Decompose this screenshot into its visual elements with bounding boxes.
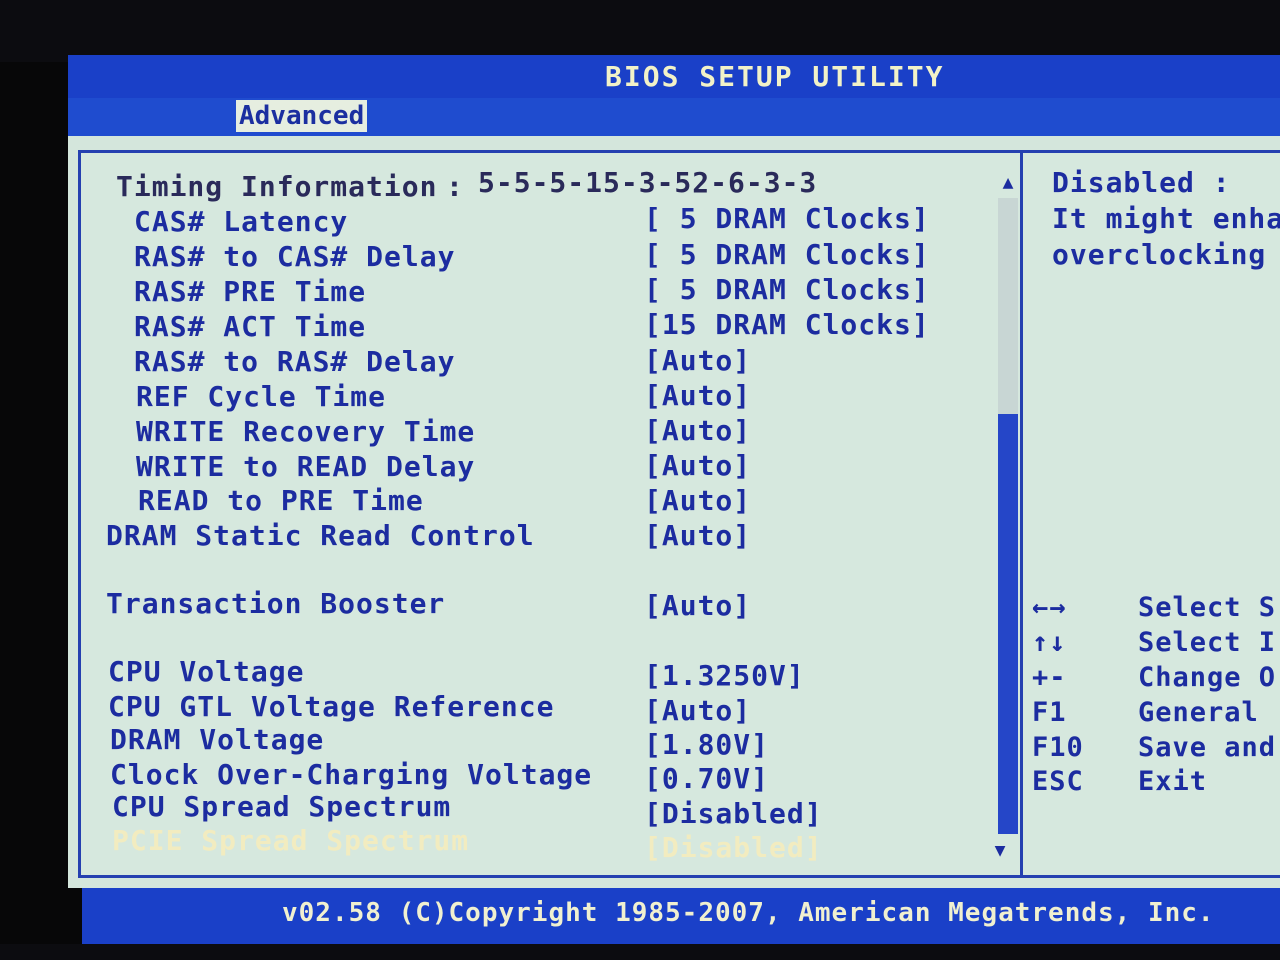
setting-value-dram-static-read-control[interactable]: [Auto] — [644, 519, 751, 552]
setting-label-ras-to-ras-delay[interactable]: RAS# to RAS# Delay — [134, 345, 455, 378]
setting-value-write-recovery-time[interactable]: [Auto] — [644, 414, 751, 447]
setting-value-clock-over-charging-voltage[interactable]: [0.70V] — [644, 762, 769, 795]
plus-minus-icon: +- — [1032, 662, 1067, 693]
bios-title: BIOS SETUP UTILITY — [605, 60, 945, 93]
setting-value-write-to-read-delay[interactable]: [Auto] — [644, 449, 751, 482]
key-desc-change-option: Change O — [1138, 662, 1277, 693]
help-line-2: It might enha — [1052, 202, 1280, 235]
setting-label-ras-to-cas-delay[interactable]: RAS# to CAS# Delay — [134, 240, 455, 273]
setting-label-cpu-voltage[interactable]: CPU Voltage — [108, 655, 304, 688]
timing-info-label: Timing Information — [116, 170, 438, 203]
setting-label-dram-voltage[interactable]: DRAM Voltage — [110, 723, 324, 756]
bios-screen: BIOS SETUP UTILITY Advanced Timing Infor… — [0, 0, 1280, 960]
left-right-arrows-icon: ←→ — [1032, 592, 1067, 623]
setting-label-cpu-gtl-voltage-reference[interactable]: CPU GTL Voltage Reference — [108, 690, 554, 723]
monitor-bezel-bottom — [0, 944, 1280, 960]
title-bar: BIOS SETUP UTILITY — [68, 55, 1280, 100]
setting-value-cpu-voltage[interactable]: [1.3250V] — [644, 659, 805, 692]
tab-row: Advanced — [68, 98, 1280, 136]
timing-info-separator: : — [446, 170, 464, 203]
setting-value-cpu-gtl-voltage-reference[interactable]: [Auto] — [644, 694, 751, 727]
key-f10: F10 — [1032, 732, 1084, 763]
setting-value-transaction-booster[interactable]: [Auto] — [644, 589, 751, 622]
setting-value-ras-pre-time[interactable]: [ 5 DRAM Clocks] — [644, 273, 930, 306]
copyright-text: v02.58 (C)Copyright 1985-2007, American … — [282, 898, 1215, 928]
footer-bar: v02.58 (C)Copyright 1985-2007, American … — [82, 888, 1280, 944]
setting-label-ras-act-time[interactable]: RAS# ACT Time — [134, 310, 366, 343]
setting-value-ras-act-time[interactable]: [15 DRAM Clocks] — [644, 308, 930, 341]
key-desc-select-item: Select I — [1138, 627, 1277, 658]
tab-advanced[interactable]: Advanced — [236, 100, 368, 132]
setting-label-read-to-pre-time[interactable]: READ to PRE Time — [138, 484, 424, 517]
key-desc-general-help: General — [1138, 697, 1259, 728]
setting-label-ras-pre-time[interactable]: RAS# PRE Time — [134, 275, 366, 308]
setting-value-ras-to-cas-delay[interactable]: [ 5 DRAM Clocks] — [644, 238, 930, 271]
setting-value-pcie-spread-spectrum[interactable]: [Disabled] — [644, 831, 823, 864]
scrollbar-thumb[interactable] — [998, 414, 1018, 834]
help-line-3: overclocking — [1052, 238, 1267, 271]
key-desc-select-screen: Select S — [1138, 592, 1277, 623]
help-line-1: Disabled : — [1052, 166, 1231, 199]
setting-label-clock-over-charging-voltage[interactable]: Clock Over-Charging Voltage — [110, 758, 592, 791]
setting-label-transaction-booster[interactable]: Transaction Booster — [106, 587, 445, 620]
setting-label-cpu-spread-spectrum[interactable]: CPU Spread Spectrum — [112, 790, 451, 823]
setting-label-write-recovery-time[interactable]: WRITE Recovery Time — [136, 415, 475, 448]
setting-value-ref-cycle-time[interactable]: [Auto] — [644, 379, 751, 412]
up-down-arrows-icon: ↑↓ — [1032, 627, 1067, 658]
key-desc-save-and-exit: Save and — [1138, 732, 1277, 763]
setting-label-write-to-read-delay[interactable]: WRITE to READ Delay — [136, 450, 475, 483]
scroll-up-arrow-icon[interactable]: ▲ — [998, 172, 1018, 193]
scroll-down-arrow-icon[interactable]: ▼ — [990, 840, 1010, 861]
setting-label-ref-cycle-time[interactable]: REF Cycle Time — [136, 380, 386, 413]
setting-value-ras-to-ras-delay[interactable]: [Auto] — [644, 344, 751, 377]
monitor-bezel-top — [0, 0, 1280, 62]
key-desc-exit: Exit — [1138, 766, 1208, 797]
timing-info-value: 5-5-5-15-3-52-6-3-3 — [478, 166, 818, 199]
setting-label-dram-static-read-control[interactable]: DRAM Static Read Control — [106, 519, 535, 552]
setting-value-dram-voltage[interactable]: [1.80V] — [644, 728, 769, 761]
key-esc: ESC — [1032, 766, 1084, 797]
setting-label-pcie-spread-spectrum[interactable]: PCIE Spread Spectrum — [112, 824, 469, 857]
key-f1: F1 — [1032, 697, 1067, 728]
setting-value-cpu-spread-spectrum[interactable]: [Disabled] — [644, 797, 823, 830]
setting-label-cas-latency[interactable]: CAS# Latency — [134, 205, 348, 238]
setting-value-read-to-pre-time[interactable]: [Auto] — [644, 484, 751, 517]
setting-value-cas-latency[interactable]: [ 5 DRAM Clocks] — [644, 202, 930, 235]
